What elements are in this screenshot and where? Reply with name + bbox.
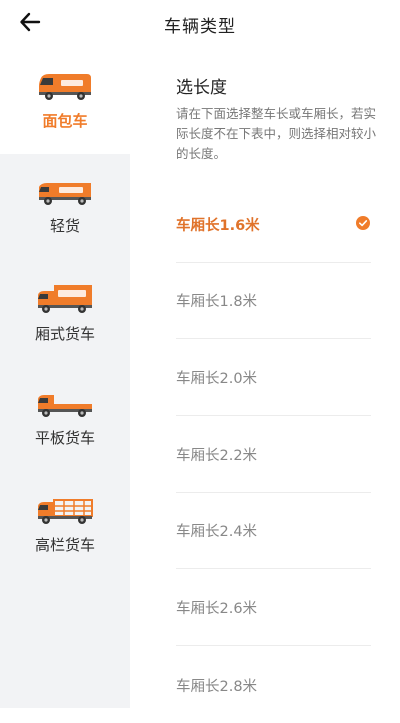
sidebar-item-label: 厢式货车: [34, 324, 95, 343]
vehicle-type-sidebar: 面包车 轻货 厢式货车 平板货车 高栏货车: [0, 48, 130, 708]
length-option[interactable]: 车厢长2.8米: [176, 647, 371, 723]
length-option-label: 车厢长2.4米: [176, 524, 258, 540]
section-description: 请在下面选择整车长或车厢长，若实际长度不在下表中，则选择相对较小的长度。: [176, 106, 377, 161]
length-option[interactable]: 车厢长2.2米: [176, 417, 371, 493]
length-option[interactable]: 车厢长1.6米: [176, 187, 371, 263]
section-title: 选长度: [176, 78, 227, 98]
sidebar-item-high-rail-truck[interactable]: 高栏货车: [0, 472, 130, 578]
sidebar-item-box-truck[interactable]: 厢式货车: [0, 260, 130, 366]
length-option-label: 车厢长2.6米: [176, 601, 258, 617]
box-truck-icon: [34, 283, 96, 315]
header: 车辆类型: [0, 0, 400, 48]
van-icon: [35, 72, 95, 102]
high-rail-truck-icon: [34, 496, 96, 526]
page-title: 车辆类型: [164, 17, 236, 37]
small-truck-icon: [35, 179, 95, 207]
flatbed-truck-icon: [34, 391, 96, 419]
sidebar-item-label: 轻货: [49, 216, 80, 235]
check-circle-icon: [356, 215, 371, 234]
length-option[interactable]: 车厢长2.4米: [176, 493, 371, 569]
sidebar-item-light-truck[interactable]: 轻货: [0, 154, 130, 260]
sidebar-item-label: 面包车: [42, 111, 88, 130]
sidebar-item-label: 平板货车: [34, 428, 95, 447]
length-option-label: 车厢长2.0米: [176, 371, 258, 387]
length-option[interactable]: 车厢长2.6米: [176, 570, 371, 646]
sidebar-item-label: 高栏货车: [34, 535, 95, 554]
length-option-label: 车厢长1.8米: [176, 294, 258, 310]
length-option[interactable]: 车厢长2.0米: [176, 340, 371, 416]
sidebar-item-flatbed-truck[interactable]: 平板货车: [0, 366, 130, 472]
length-option-label: 车厢长2.2米: [176, 448, 258, 464]
length-option-label: 车厢长1.6米: [176, 218, 260, 234]
length-selection-panel: 选长度 请在下面选择整车长或车厢长，若实际长度不在下表中，则选择相对较小的长度。…: [130, 48, 400, 708]
sidebar-item-van[interactable]: 面包车: [0, 48, 130, 154]
length-option-label: 车厢长2.8米: [176, 678, 258, 695]
length-option[interactable]: 车厢长1.8米: [176, 263, 371, 339]
